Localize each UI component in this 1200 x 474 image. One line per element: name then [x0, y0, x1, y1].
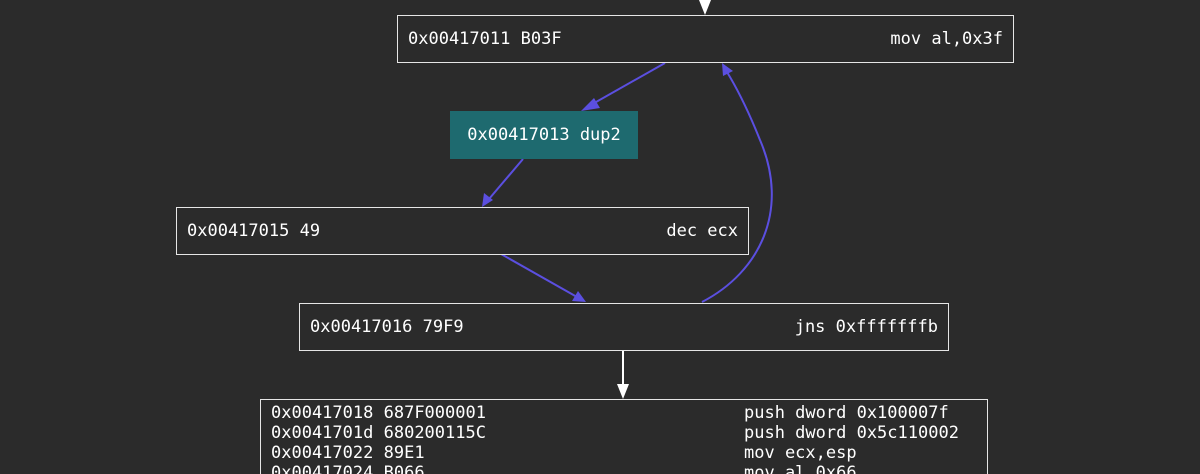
- instruction-address: 0x00417022: [271, 443, 374, 463]
- edge-dec-to-jns: [500, 253, 578, 298]
- instruction-row: 0x00417024 B066 mov al,0x66: [271, 463, 977, 474]
- instruction-mnemonic: jns 0xfffffffb: [794, 317, 938, 337]
- instruction-address-bytes: 0x00417015 49: [187, 221, 321, 241]
- instruction-mnemonic: push dword 0x100007f: [744, 403, 949, 423]
- instruction-address-bytes: 0x00417016 79F9: [310, 317, 464, 337]
- edge-mov-to-dup2-arrowhead: [581, 98, 600, 111]
- instruction-bytes: 89E1: [383, 443, 425, 463]
- instruction-bytes: 680200115C: [383, 423, 486, 443]
- edge-jns-fallthrough-arrowhead: [617, 384, 629, 399]
- instruction-bytes: 687F000001: [383, 403, 486, 423]
- node-label: 0x00417013 dup2: [467, 125, 621, 145]
- graph-node-dec-ecx[interactable]: 0x00417015 49 dec ecx: [176, 207, 749, 255]
- instruction-mnemonic: dec ecx: [666, 221, 738, 241]
- graph-node-dup2[interactable]: 0x00417013 dup2: [450, 111, 638, 159]
- instruction-mnemonic: mov al,0x3f: [890, 29, 1003, 49]
- instruction-bytes: B066: [383, 463, 425, 474]
- instruction-mnemonic: mov al,0x66: [744, 463, 857, 474]
- edge-dup2-to-dec: [488, 158, 524, 200]
- graph-node-push-block[interactable]: 0x00417018 687F000001 push dword 0x10000…: [260, 399, 988, 474]
- instruction-address: 0x00417018: [271, 403, 374, 423]
- instruction-mnemonic: mov ecx,esp: [744, 443, 857, 463]
- instruction-row: 0x00417018 687F000001 push dword 0x10000…: [271, 403, 977, 423]
- graph-node-mov-al[interactable]: 0x00417011 B03F mov al,0x3f: [397, 15, 1014, 63]
- edge-mov-to-dup2: [588, 62, 666, 107]
- instruction-row: 0x0041701d 680200115C push dword 0x5c110…: [271, 423, 977, 443]
- instruction-address-bytes: 0x00417011 B03F: [408, 29, 562, 49]
- instruction-mnemonic: push dword 0x5c110002: [744, 423, 959, 443]
- instruction-row: 0x00417022 89E1 mov ecx,esp: [271, 443, 977, 463]
- graph-node-jns[interactable]: 0x00417016 79F9 jns 0xfffffffb: [299, 303, 949, 351]
- instruction-address: 0x0041701d: [271, 423, 374, 443]
- edge-jns-loop-back: [701, 71, 773, 303]
- edge-entry-arrowhead: [699, 0, 711, 15]
- control-flow-graph: 0x00417011 B03F mov al,0x3f 0x00417013 d…: [0, 0, 1200, 474]
- instruction-address: 0x00417024: [271, 463, 374, 474]
